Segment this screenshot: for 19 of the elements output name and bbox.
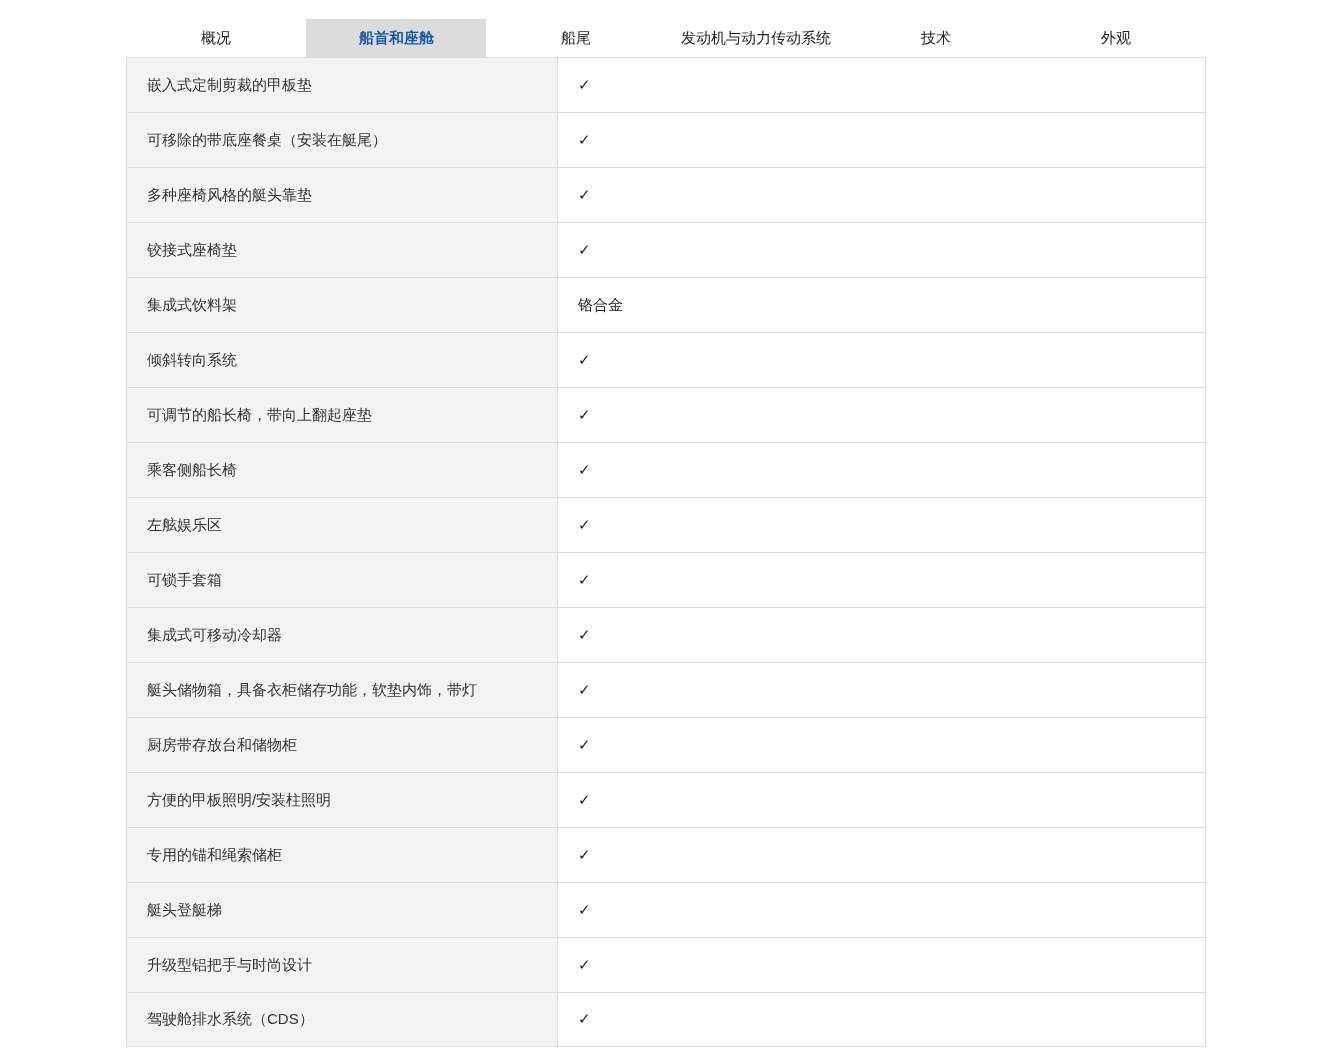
table-cell: 驾驶舱排水系统（CDS） xyxy=(127,993,558,1046)
table-cell: 厨房带存放台和储物柜 xyxy=(127,718,558,772)
table-cell: 可锁手套箱 xyxy=(127,553,558,607)
table-cell: 可调节的船长椅，带向上翻起座垫 xyxy=(127,388,558,442)
table-cell: 嵌入式定制剪裁的甲板垫 xyxy=(127,58,558,112)
table-cell: 艇头登艇梯 xyxy=(127,883,558,937)
table-cell: 集成式可移动冷却器 xyxy=(127,608,558,662)
table-cell: 升级型铝把手与时尚设计 xyxy=(127,938,558,992)
table-cell: 可移除的带底座餐桌（安装在艇尾） xyxy=(127,113,558,167)
table-cell: 方便的甲板照明/安装柱照明 xyxy=(127,773,558,827)
table-cell: 倾斜转向系统 xyxy=(127,333,558,387)
tab[interactable]: 船首和座舱 xyxy=(306,19,486,57)
table-cell: 乘客侧船长椅 xyxy=(127,443,558,497)
table-cell: 左舷娱乐区 xyxy=(127,498,558,552)
table-cell: 专用的锚和绳索储柜 xyxy=(127,828,558,882)
table-cell: 艇头储物箱，具备衣柜储存功能，软垫内饰，带灯 xyxy=(127,663,558,717)
table-cell: 集成式饮料架 xyxy=(127,278,558,332)
table-cell: 多种座椅风格的艇头靠垫 xyxy=(127,168,558,222)
table-cell: 铰接式座椅垫 xyxy=(127,223,558,277)
